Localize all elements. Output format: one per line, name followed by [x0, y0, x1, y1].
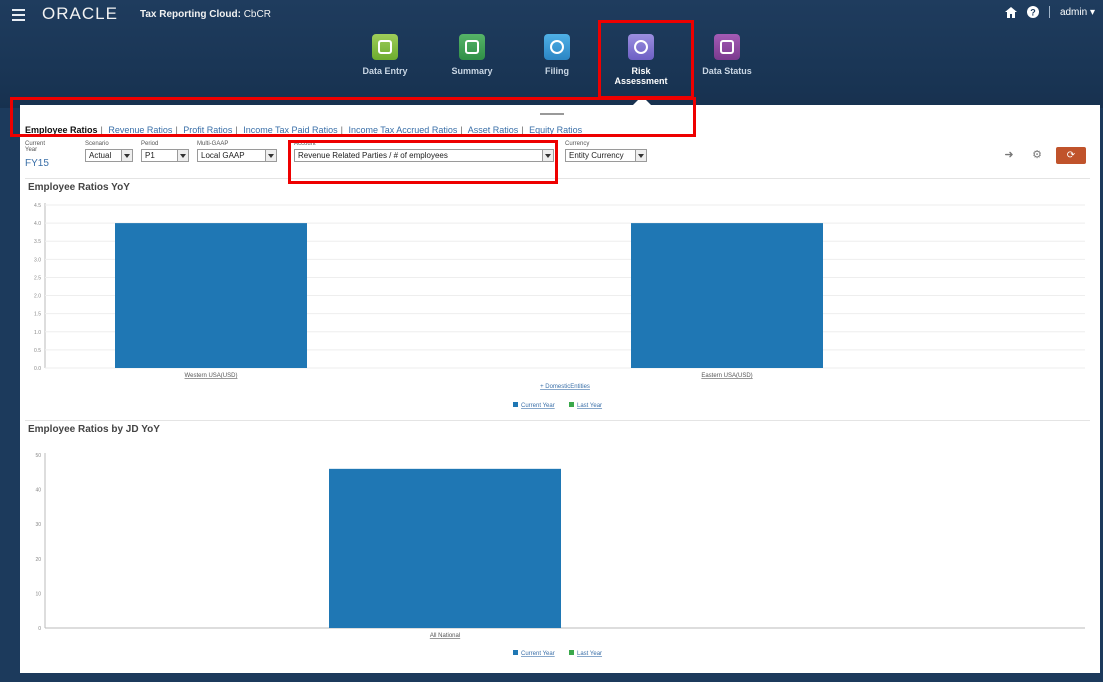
tab-equity-ratios[interactable]: Equity Ratios	[529, 125, 582, 135]
scenario-select[interactable]: Actual	[85, 149, 133, 162]
y-tick-label: 50	[35, 453, 41, 459]
chevron-down-icon	[177, 150, 188, 161]
y-tick-label: 0.0	[34, 366, 41, 372]
top-bar: ORACLE Tax Reporting Cloud: CbCR ? admin…	[0, 0, 1103, 108]
filing-icon	[544, 34, 570, 60]
pov-actions: ➜ ⚙ ⟳	[1000, 146, 1086, 164]
current-year-value[interactable]: FY15	[25, 158, 49, 169]
chart-svg: 50 40 30 20 10 0 All National Current Year Last …	[35, 453, 1085, 657]
chart-employee-ratios-by-jd-yoy: Employee Ratios by JD YoY 50 40 30 20 10 0 All…	[25, 420, 1090, 666]
multi-gaap-select[interactable]: Local GAAP	[197, 149, 277, 162]
oracle-logo: ORACLE	[42, 4, 118, 23]
help-icon[interactable]: ?	[1026, 6, 1039, 18]
bar	[115, 223, 307, 368]
navigator: Data Entry Summary Filing Risk Assessmen…	[0, 34, 1103, 98]
pov-scenario: Scenario Actual	[85, 141, 133, 162]
currency-select[interactable]: Entity Currency	[565, 149, 647, 162]
chevron-down-icon	[635, 150, 646, 161]
y-tick-label: 1.0	[34, 330, 41, 336]
legend-label: Current Year	[521, 651, 555, 657]
legend-label: Last Year	[577, 403, 602, 409]
ratio-tabs: Employee Ratios | Revenue Ratios | Profit …	[25, 125, 583, 135]
pov-period: Period P1	[141, 141, 189, 162]
period-select[interactable]: P1	[141, 149, 189, 162]
active-nav-caret	[633, 96, 651, 105]
svg-text:?: ?	[1030, 8, 1036, 18]
tab-income-tax-accrued-ratios[interactable]: Income Tax Accrued Ratios	[348, 125, 457, 135]
pov-currency: Currency Entity Currency	[565, 141, 647, 162]
x-tick-label: Eastern USA(USD)	[701, 373, 752, 379]
legend-label: Current Year	[521, 403, 555, 409]
legend-swatch	[569, 650, 574, 655]
legend-swatch	[513, 650, 518, 655]
bar	[631, 223, 823, 368]
main-panel: Employee Ratios | Revenue Ratios | Profit …	[20, 105, 1100, 673]
y-tick-label: 30	[35, 522, 41, 528]
arrow-right-icon[interactable]: ➜	[1000, 146, 1018, 164]
nav-risk-assessment[interactable]: Risk Assessment	[606, 34, 676, 86]
top-right-controls: ? admin ▾	[1004, 6, 1095, 18]
tab-profit-ratios[interactable]: Profit Ratios	[183, 125, 232, 135]
user-menu[interactable]: admin ▾	[1060, 7, 1095, 18]
home-icon[interactable]	[1004, 6, 1017, 18]
y-tick-label: 20	[35, 557, 41, 563]
y-tick-label: 4.0	[34, 221, 41, 227]
x-axis-label: + DomesticEntities	[540, 384, 590, 390]
chart-employee-ratios-yoy: Employee Ratios YoY 4.5 4.0 3.5 3.0 2.5 2.0 1.…	[25, 178, 1090, 419]
chevron-down-icon	[265, 150, 276, 161]
y-tick-label: 4.5	[34, 203, 41, 209]
gear-icon[interactable]: ⚙	[1028, 146, 1046, 164]
refresh-button[interactable]: ⟳	[1056, 146, 1086, 164]
summary-icon	[459, 34, 485, 60]
tab-asset-ratios[interactable]: Asset Ratios	[468, 125, 519, 135]
y-tick-label: 2.0	[34, 294, 41, 300]
y-tick-label: 3.5	[34, 239, 41, 245]
y-tick-label: 0.5	[34, 348, 41, 354]
y-tick-label: 3.0	[34, 257, 41, 263]
legend-label: Last Year	[577, 651, 602, 657]
nav-filing[interactable]: Filing	[522, 34, 592, 76]
tab-income-tax-paid-ratios[interactable]: Income Tax Paid Ratios	[243, 125, 337, 135]
divider	[1048, 6, 1050, 18]
pov-current-year: Current Year FY15	[25, 141, 49, 169]
y-tick-label: 1.5	[34, 312, 41, 318]
y-tick-label: 40	[35, 488, 41, 494]
hamburger-menu-icon[interactable]	[12, 9, 25, 21]
nav-data-entry[interactable]: Data Entry	[350, 34, 420, 76]
chevron-down-icon	[542, 150, 553, 161]
y-tick-label: 0	[38, 626, 41, 632]
legend-swatch	[569, 402, 574, 407]
y-tick-label: 2.5	[34, 275, 41, 281]
account-select[interactable]: Revenue Related Parties / # of employees	[294, 149, 554, 162]
data-entry-icon	[372, 34, 398, 60]
x-tick-label: All National	[430, 633, 460, 639]
chevron-down-icon	[121, 150, 132, 161]
tab-revenue-ratios[interactable]: Revenue Ratios	[108, 125, 172, 135]
legend-swatch	[513, 402, 518, 407]
x-tick-label: Western USA(USD)	[185, 373, 238, 379]
bar	[329, 468, 561, 628]
chart-svg: 4.5 4.0 3.5 3.0 2.5 2.0 1.5 1.0 0.5 0.0 Western US…	[34, 203, 1085, 409]
nav-data-status[interactable]: Data Status	[692, 34, 762, 76]
y-tick-label: 10	[35, 591, 41, 597]
risk-assessment-icon	[628, 34, 654, 60]
data-status-icon	[714, 34, 740, 60]
collapse-handle[interactable]	[540, 113, 564, 115]
pov-account: Account Revenue Related Parties / # of e…	[294, 141, 554, 162]
nav-summary[interactable]: Summary	[437, 34, 507, 76]
app-title: Tax Reporting Cloud: CbCR	[140, 9, 271, 20]
tab-employee-ratios[interactable]: Employee Ratios	[25, 125, 98, 135]
pov-multi-gaap: Multi-GAAP Local GAAP	[197, 141, 277, 162]
